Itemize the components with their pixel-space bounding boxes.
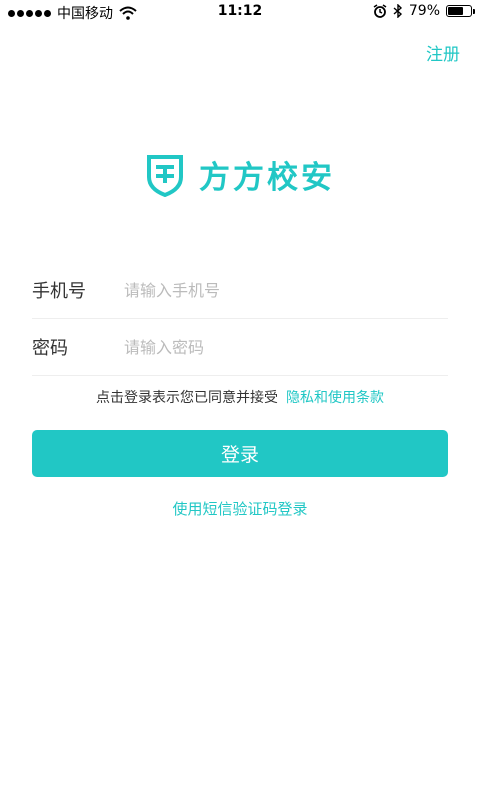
status-right: 79% bbox=[373, 3, 475, 19]
status-bar: 中国移动 11:12 79% bbox=[0, 0, 480, 24]
register-link[interactable]: 注册 bbox=[426, 40, 460, 65]
login-form: 手机号 密码 bbox=[32, 262, 448, 376]
privacy-terms-link[interactable]: 隐私和使用条款 bbox=[286, 390, 384, 406]
password-label: 密码 bbox=[32, 338, 68, 359]
bluetooth-icon bbox=[393, 4, 402, 18]
sms-login-link[interactable]: 使用短信验证码登录 bbox=[0, 498, 480, 519]
phone-input[interactable] bbox=[122, 279, 448, 301]
battery-fill bbox=[448, 7, 463, 15]
phone-row: 手机号 bbox=[32, 262, 448, 319]
battery-percent: 79% bbox=[408, 3, 440, 19]
password-input[interactable] bbox=[122, 336, 448, 358]
login-button[interactable]: 登录 bbox=[32, 430, 448, 477]
brand-logo: 方方校安 bbox=[0, 152, 480, 197]
alarm-icon bbox=[373, 4, 387, 18]
shield-logo-icon bbox=[147, 154, 183, 197]
brand-name: 方方校安 bbox=[199, 160, 335, 196]
phone-label: 手机号 bbox=[32, 281, 86, 302]
agreement-prefix: 点击登录表示您已同意并接受 bbox=[96, 390, 278, 406]
battery-icon bbox=[446, 5, 475, 17]
agreement-text: 点击登录表示您已同意并接受 隐私和使用条款 bbox=[0, 387, 480, 407]
password-row: 密码 bbox=[32, 319, 448, 376]
